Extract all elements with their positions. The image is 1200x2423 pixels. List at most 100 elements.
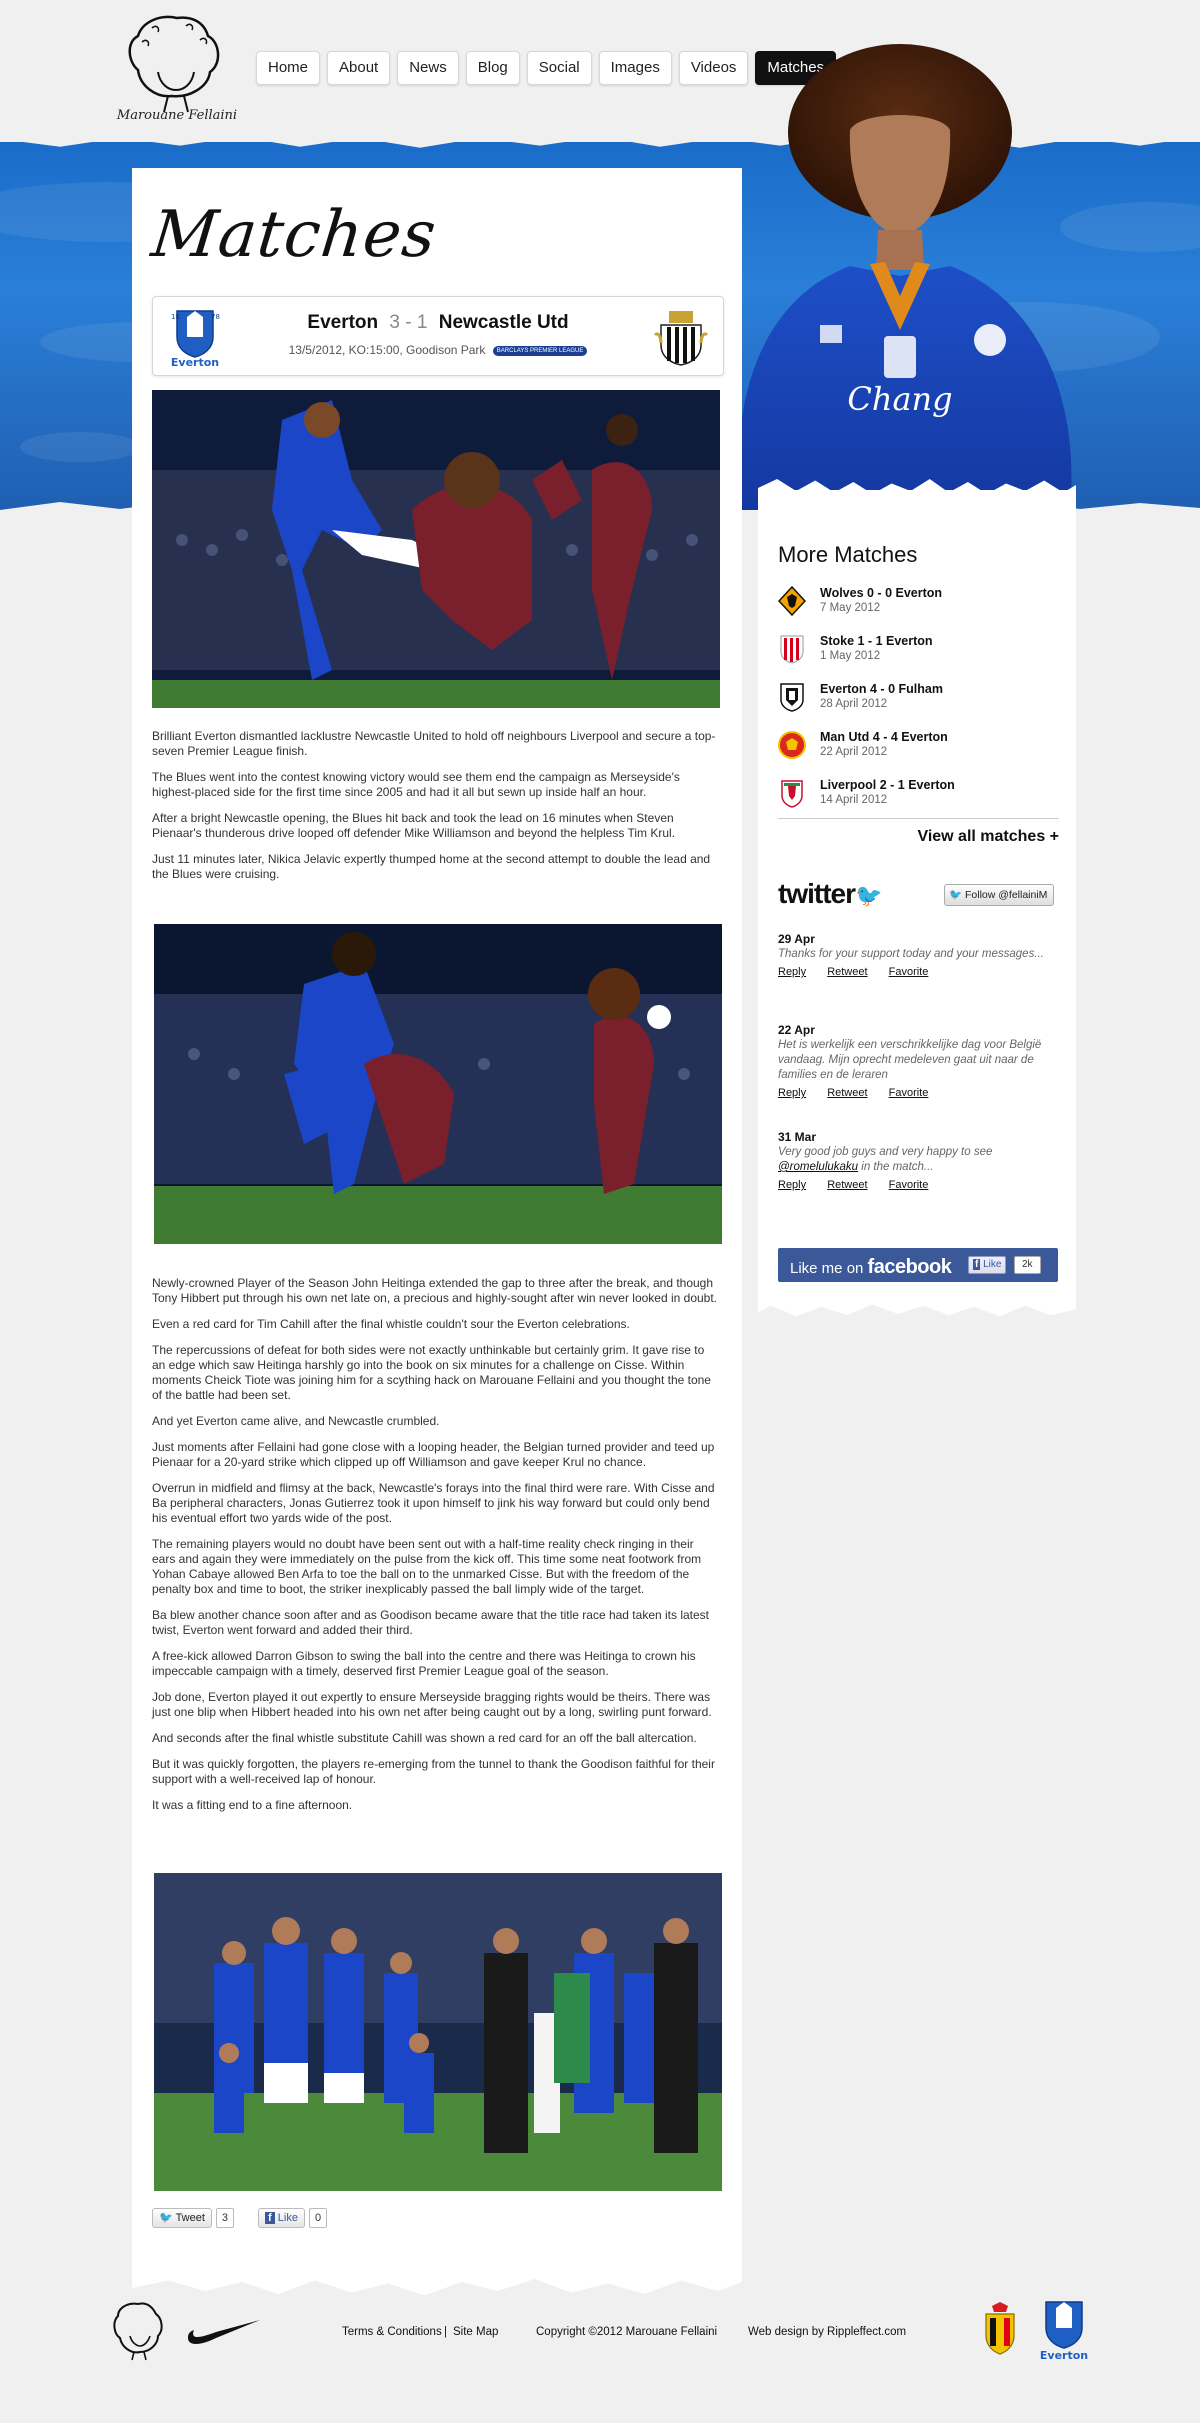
nav-images[interactable]: Images <box>598 51 672 85</box>
nike-swoosh-icon[interactable] <box>186 2318 262 2346</box>
sidebar-torn-bottom <box>758 1296 1076 1317</box>
article-paragraph: And yet Everton came alive, and Newcastl… <box>152 1414 440 1428</box>
wolves-badge-icon <box>778 586 806 616</box>
tweet-date: 22 Apr <box>778 1023 815 1037</box>
tweet-count: 3 <box>215 2208 235 2228</box>
tweet-label: Tweet <box>175 2212 205 2224</box>
share-bar: 🐦 Tweet 3 f Like 0 <box>152 2208 347 2228</box>
match-header-card: 18 78 Everton Everton 3 - 1 Newcastle Ut… <box>152 296 724 376</box>
tweet-button[interactable]: 🐦 Tweet <box>152 2208 212 2228</box>
player-photo: Chang <box>738 44 1072 510</box>
facebook-like-box[interactable]: Like me on facebook f Like 2k <box>778 1248 1058 1282</box>
match-photo-1 <box>152 390 720 708</box>
like-label: Like <box>277 2212 298 2224</box>
tweet-item: 29 Apr Thanks for your support today and… <box>778 932 1068 978</box>
follow-label: Follow @fellainiM <box>965 889 1048 901</box>
tweet-text-body: Very good job guys and very happy to see <box>778 1146 993 1158</box>
facebook-like-count: 2k <box>1014 1256 1041 1274</box>
tweet-text: Very good job guys and very happy to see… <box>778 1145 1068 1175</box>
article-paragraph: The repercussions of defeat for both sid… <box>152 1343 711 1402</box>
article-paragraph: Just moments after Fellaini had gone clo… <box>152 1440 715 1469</box>
more-matches-heading: More Matches <box>778 542 918 567</box>
article-intro: Brilliant Everton dismantled lacklustre … <box>152 729 720 893</box>
home-team: Everton <box>307 312 379 333</box>
match-teams: Liverpool 2 - 1 Everton <box>820 778 955 792</box>
svg-text:Chang: Chang <box>847 380 952 418</box>
nav-home[interactable]: Home <box>256 51 321 85</box>
tweet-date: 29 Apr <box>778 932 815 946</box>
footer-credit-link[interactable]: Web design by Rippleffect.com <box>748 2326 906 2338</box>
article-paragraph: The remaining players would no doubt hav… <box>152 1537 702 1596</box>
match-date: 7 May 2012 <box>820 602 881 614</box>
nav-blog[interactable]: Blog <box>465 51 520 85</box>
tweet-reply-link[interactable]: Reply <box>778 1179 806 1191</box>
match-date: 1 May 2012 <box>820 650 881 662</box>
view-all-matches-link[interactable]: View all matches + <box>778 828 1059 846</box>
tweet-date: 31 Mar <box>778 1130 817 1144</box>
afro-logo-small-icon[interactable] <box>110 2300 166 2362</box>
tweet-retweet-link[interactable]: Retweet <box>827 1087 867 1099</box>
article-paragraph: Overrun in midfield and flimsy at the ba… <box>152 1481 715 1525</box>
tweet-item: 31 Mar Very good job guys and very happy… <box>778 1130 1068 1191</box>
tweet-item: 22 Apr Het is werkelijk een verschrikkel… <box>778 1023 1068 1099</box>
facebook-like-button[interactable]: f Like <box>258 2208 305 2228</box>
twitter-follow-button[interactable]: 🐦 Follow @fellainiM <box>944 884 1055 906</box>
footer-separator: | <box>444 2326 447 2338</box>
liverpool-badge-icon <box>781 780 803 808</box>
match-list-item[interactable]: Wolves 0 - 0 Everton 7 May 2012 <box>778 584 1058 632</box>
tweet-retweet-link[interactable]: Retweet <box>827 1179 867 1191</box>
site-footer <box>0 2300 1200 2423</box>
sidebar-divider <box>778 818 1059 819</box>
article-paragraph: After a bright Newcastle opening, the Bl… <box>152 811 676 840</box>
tweet-text: Het is werkelijk een verschrikkelijke da… <box>778 1038 1068 1083</box>
tweet-retweet-link[interactable]: Retweet <box>827 966 867 978</box>
match-date: 14 April 2012 <box>820 794 888 806</box>
tweet-reply-link[interactable]: Reply <box>778 966 806 978</box>
main-panel-torn-edge <box>132 2270 742 2296</box>
article-paragraph: Just 11 minutes later, Nikica Jelavic ex… <box>152 852 711 881</box>
match-teams: Wolves 0 - 0 Everton <box>820 586 943 600</box>
match-score: 3 - 1 <box>389 312 428 333</box>
tweet-actions: Reply Retweet Favorite <box>778 1087 1068 1099</box>
match-photo-2 <box>154 924 722 1244</box>
match-list-item[interactable]: Stoke 1 - 1 Everton 1 May 2012 <box>778 632 1058 680</box>
footer-terms-link[interactable]: Terms & Conditions <box>342 2326 442 2338</box>
footer-copyright: Copyright ©2012 Marouane Fellaini <box>536 2326 718 2338</box>
tweet-favorite-link[interactable]: Favorite <box>889 1179 929 1191</box>
match-teams: Everton 4 - 0 Fulham <box>820 682 943 696</box>
twitter-bird-icon: 🐦 <box>159 2212 173 2224</box>
more-matches-list: Wolves 0 - 0 Everton 7 May 2012 Stoke 1 … <box>778 584 1058 824</box>
tweet-favorite-link[interactable]: Favorite <box>889 1087 929 1099</box>
match-teams: Man Utd 4 - 4 Everton <box>820 730 948 744</box>
newcastle-crest-icon <box>653 311 709 366</box>
premier-league-badge: BARCLAYS PREMIER LEAGUE <box>492 345 588 356</box>
article-paragraph: And seconds after the final whistle subs… <box>152 1731 697 1745</box>
facebook-like-button[interactable]: f Like <box>968 1256 1007 1274</box>
match-score-line: Everton 3 - 1 Newcastle Utd <box>153 312 723 334</box>
man-utd-badge-icon <box>778 731 806 759</box>
like-count: 0 <box>308 2208 328 2228</box>
match-info: 13/5/2012, KO:15:00, Goodison Park BARCL… <box>153 343 723 357</box>
twitter-logo: twitter🐦 <box>778 878 882 910</box>
match-list-item[interactable]: Man Utd 4 - 4 Everton 22 April 2012 <box>778 728 1058 776</box>
twitter-logo-text: twitter <box>778 878 856 909</box>
match-date: 28 April 2012 <box>820 698 888 710</box>
footer-sitemap-link[interactable]: Site Map <box>453 2326 498 2338</box>
tweet-favorite-link[interactable]: Favorite <box>889 966 929 978</box>
tweet-text-body: Het is werkelijk een verschrikkelijke da… <box>778 1039 1042 1081</box>
everton-crest-footer-icon[interactable]: Everton <box>1036 2298 1092 2360</box>
match-list-item[interactable]: Liverpool 2 - 1 Everton 14 April 2012 <box>778 776 1058 824</box>
facebook-f-icon: f <box>973 1259 981 1270</box>
match-list-item[interactable]: Everton 4 - 0 Fulham 28 April 2012 <box>778 680 1058 728</box>
nav-about[interactable]: About <box>327 51 391 85</box>
page-title: Matches <box>148 198 441 272</box>
nav-social[interactable]: Social <box>526 51 592 85</box>
nav-news[interactable]: News <box>397 51 459 85</box>
tweet-reply-link[interactable]: Reply <box>778 1087 806 1099</box>
everton-crest-label: Everton <box>171 356 219 367</box>
facebook-like-label: Like <box>983 1259 1002 1270</box>
facebook-f-icon: f <box>265 2212 275 2224</box>
belgium-crest-icon[interactable] <box>980 2302 1020 2356</box>
tweet-mention-link[interactable]: @romelulukaku <box>778 1161 858 1173</box>
tweet-actions: Reply Retweet Favorite <box>778 966 1068 978</box>
